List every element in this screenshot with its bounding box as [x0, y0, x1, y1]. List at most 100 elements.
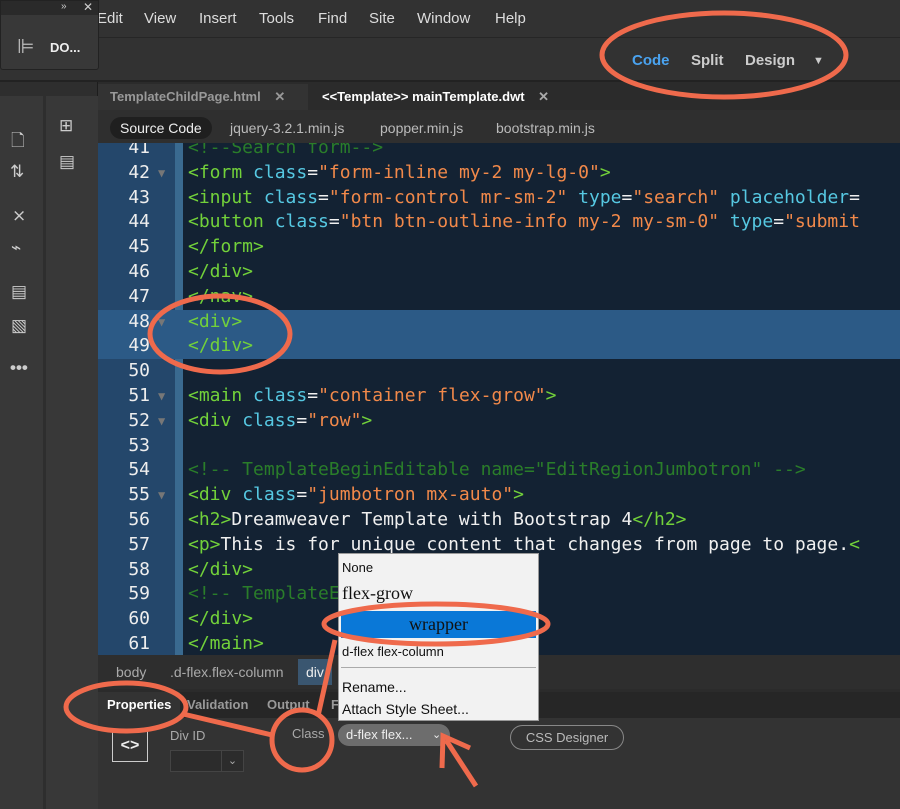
- code-token-attr: class: [253, 161, 308, 183]
- code-line[interactable]: 50: [98, 359, 900, 384]
- code-line[interactable]: 41 <!--Search form-->: [98, 143, 900, 161]
- code-token-tag: </div>: [188, 261, 254, 282]
- source-code-tab[interactable]: Source Code: [110, 117, 212, 139]
- code-text: <div class="row">: [188, 409, 372, 434]
- dom-floating-panel: » ✕ ⊫ DO...: [0, 0, 99, 70]
- code-token-tag: <p>: [188, 533, 221, 555]
- document-tabs: TemplateChildPage.html ✕ <<Template>> ma…: [98, 84, 900, 110]
- code-line[interactable]: 47 </nav>: [98, 285, 900, 310]
- line-number: 43: [128, 186, 150, 208]
- code-token-str: "form-inline my-2 my-lg-0": [318, 161, 600, 183]
- bootstrap-file-tab[interactable]: bootstrap.min.js: [486, 117, 605, 139]
- collapse-icon[interactable]: ⨯: [12, 206, 26, 226]
- div-id-select[interactable]: ⌄: [170, 750, 244, 772]
- breadcrumb-dflex[interactable]: .d-flex.flex-column: [162, 659, 292, 685]
- tab-main-template[interactable]: <<Template>> mainTemplate.dwt ✕: [310, 84, 588, 110]
- code-line[interactable]: 53: [98, 434, 900, 459]
- tab-template-child-page[interactable]: TemplateChildPage.html ✕: [98, 84, 308, 110]
- dom-panel-label[interactable]: DO...: [50, 40, 80, 55]
- code-line[interactable]: 51 ▼ <main class="container flex-grow">: [98, 384, 900, 409]
- code-token-tag: </div>: [188, 558, 254, 580]
- jquery-file-tab[interactable]: jquery-3.2.1.min.js: [220, 117, 354, 139]
- code-token-txt: This is for unique content that changes …: [220, 533, 850, 555]
- code-line[interactable]: 46 </div>: [98, 260, 900, 285]
- wrap-tag-icon[interactable]: ⌁: [11, 238, 21, 258]
- comment-icon[interactable]: ▤: [11, 282, 27, 302]
- code-line[interactable]: 43 <input class="form-control mr-sm-2" ty…: [98, 186, 900, 211]
- code-text: </form>: [188, 235, 264, 260]
- more-icon[interactable]: •••: [10, 358, 28, 378]
- panel-column: [46, 96, 98, 809]
- dom-tree-icon: ⊫: [17, 36, 35, 58]
- close-icon[interactable]: ✕: [83, 0, 93, 14]
- menu-find[interactable]: Find: [318, 10, 347, 27]
- menu-window[interactable]: Window: [417, 10, 470, 27]
- code-token-txt: =: [296, 484, 308, 506]
- split-view-button[interactable]: Split: [691, 52, 724, 69]
- code-line[interactable]: 48 ▼ <div>: [98, 309, 900, 335]
- code-text: <h2>Dreamweaver Template with Bootstrap …: [188, 508, 687, 533]
- code-token-attr: type: [729, 211, 774, 233]
- class-option-d-flex[interactable]: d-flex flex-column: [342, 644, 444, 659]
- code-token-attr: class: [263, 186, 319, 208]
- view-dropdown-icon[interactable]: ▼: [813, 55, 824, 67]
- code-token-txt: =: [773, 211, 785, 233]
- fold-arrow-icon[interactable]: ▼: [158, 384, 165, 409]
- code-token-attr: class: [242, 409, 297, 431]
- code-view-button[interactable]: Code: [632, 52, 670, 69]
- line-number: 50: [128, 360, 150, 382]
- code-token-tag: >: [545, 385, 557, 406]
- file-transfer-icon[interactable]: ⇅: [10, 162, 24, 182]
- menu-view[interactable]: View: [144, 10, 176, 27]
- snippets-icon[interactable]: ▤: [59, 152, 75, 172]
- site-map-icon[interactable]: ⊞: [59, 116, 73, 136]
- code-line[interactable]: 45 </form>: [98, 235, 900, 260]
- tab-validation[interactable]: Validation: [178, 692, 257, 718]
- line-number: 45: [128, 236, 150, 258]
- code-token-tag: <div: [188, 409, 243, 431]
- menu-insert[interactable]: Insert: [199, 10, 237, 27]
- attach-style-sheet-option[interactable]: Attach Style Sheet...: [342, 701, 469, 717]
- code-token-str: "jumbotron mx-auto": [307, 484, 514, 506]
- expand-icon[interactable]: »: [61, 1, 67, 12]
- fold-arrow-icon[interactable]: ▼: [158, 310, 165, 335]
- class-option-flex-grow[interactable]: flex-grow: [342, 583, 413, 604]
- class-select[interactable]: d-flex flex... ⌄: [338, 724, 450, 746]
- close-tab-icon[interactable]: ✕: [538, 89, 549, 104]
- menu-site[interactable]: Site: [369, 10, 395, 27]
- code-token-str: "search": [632, 186, 720, 208]
- fold-arrow-icon[interactable]: ▼: [158, 409, 165, 434]
- css-designer-button[interactable]: CSS Designer: [510, 725, 624, 750]
- menu-edit[interactable]: Edit: [97, 10, 123, 27]
- code-line[interactable]: 52 ▼ <div class="row">: [98, 409, 900, 434]
- class-option-none[interactable]: None: [342, 560, 373, 575]
- menu-tools[interactable]: Tools: [259, 10, 294, 27]
- code-line[interactable]: 49 </div>: [98, 334, 900, 360]
- code-line[interactable]: 55 ▼ <div class="jumbotron mx-auto">: [98, 483, 900, 508]
- breadcrumb-body[interactable]: body: [108, 659, 154, 685]
- code-line[interactable]: 44 <button class="btn btn-outline-info my…: [98, 210, 900, 235]
- fold-arrow-icon[interactable]: ▼: [158, 161, 165, 186]
- remove-comment-icon[interactable]: ▧: [11, 316, 27, 336]
- code-line[interactable]: 56 <h2>Dreamweaver Template with Bootstra…: [98, 508, 900, 533]
- line-number: 60: [128, 608, 150, 630]
- fold-arrow-icon[interactable]: ▼: [158, 483, 165, 508]
- rename-option[interactable]: Rename...: [342, 679, 407, 695]
- code-line[interactable]: 42 ▼ <form class="form-inline my-2 my-lg-0…: [98, 161, 900, 186]
- code-token-txt: =: [328, 211, 340, 233]
- class-option-wrapper[interactable]: wrapper: [341, 611, 536, 638]
- breadcrumb-div[interactable]: div: [298, 659, 332, 685]
- close-tab-icon[interactable]: ✕: [274, 89, 285, 104]
- tab-output[interactable]: Output: [258, 692, 319, 718]
- tab-properties[interactable]: Properties: [98, 692, 181, 718]
- design-view-button[interactable]: Design: [745, 52, 795, 69]
- popper-file-tab[interactable]: popper.min.js: [370, 117, 473, 139]
- new-document-icon[interactable]: 🗋: [11, 128, 25, 157]
- code-token-tag: <input: [188, 186, 264, 208]
- code-text: </div>: [188, 260, 253, 285]
- code-line[interactable]: 54 <!-- TemplateBeginEditable name="EditR…: [98, 458, 900, 483]
- code-text: <input class="form-control mr-sm-2" type…: [188, 186, 860, 211]
- menu-help[interactable]: Help: [495, 10, 526, 27]
- line-number: 41: [128, 143, 150, 158]
